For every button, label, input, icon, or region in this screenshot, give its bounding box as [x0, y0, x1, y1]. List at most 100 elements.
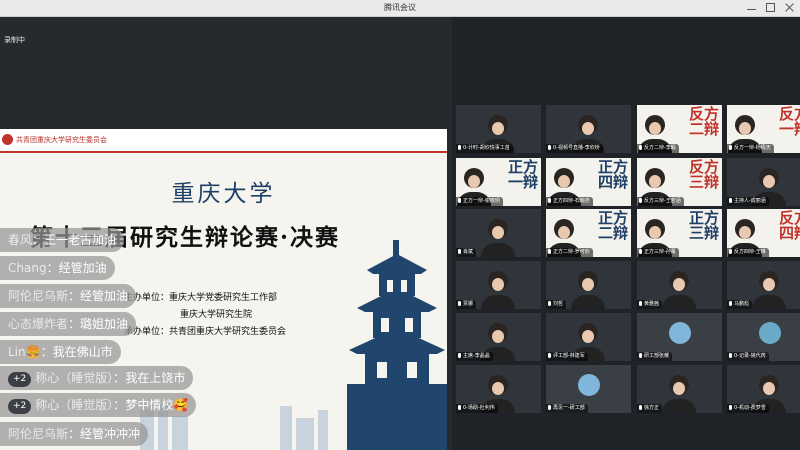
participant-video-face — [763, 278, 775, 291]
participant-tile[interactable]: 正方四辩 正方四辩-石翰尧 — [546, 158, 631, 206]
participant-tile[interactable]: 正方二辩 正方二辩-罗可欣 — [546, 209, 631, 257]
participant-video-body — [571, 295, 605, 309]
participant-name-tag: 反方三辩-王若涵 — [637, 197, 684, 206]
participant-tile[interactable]: 0-视频号直播-李欣桥 — [546, 105, 631, 153]
participant-tile[interactable]: 贾娜 — [456, 261, 541, 309]
participant-tile[interactable]: 研工部张耀 — [637, 313, 722, 361]
participant-tile[interactable]: 0-机动-费梦雪 — [727, 365, 800, 413]
microphone-icon — [458, 145, 461, 150]
slide-university: 重庆大学 — [171, 181, 276, 207]
close-icon[interactable] — [785, 3, 794, 12]
microphone-icon — [729, 198, 732, 203]
participant-video-face — [492, 226, 504, 239]
participant-video-face — [492, 330, 504, 343]
repeat-count-badge: +2 — [8, 372, 32, 387]
participant-tile[interactable]: 正方一辩 正方一辩-谢晓玥 — [456, 158, 541, 206]
debater-position-label: 正方四辩 — [597, 158, 628, 191]
participant-video-face — [763, 175, 775, 188]
title-bar: 腾讯会议 — [0, 0, 800, 17]
participant-tile[interactable]: 马鹏彪 — [727, 261, 800, 309]
microphone-icon — [639, 249, 642, 254]
participant-video-face — [763, 382, 775, 395]
microphone-icon — [548, 198, 551, 203]
participant-name: 反方三辩-王若涵 — [644, 198, 681, 204]
participant-name: 主席-李晶晶 — [463, 353, 490, 359]
participant-tile[interactable]: 反方一辩反方一辩-杨倩天 — [727, 105, 800, 153]
participant-name: 正方三辩-孙菁 — [644, 249, 676, 255]
debater-position-label: 反方三辩 — [688, 158, 719, 191]
microphone-icon — [548, 145, 551, 150]
participant-name-tag: 主席-李晶晶 — [456, 352, 493, 361]
microphone-icon — [639, 353, 642, 358]
participant-tile[interactable]: 主持人-成丽涵 — [727, 158, 800, 206]
recording-indicator: 录制中 — [4, 36, 25, 44]
participant-name: 反方四辩-王琳 — [734, 249, 766, 255]
participant-name-tag: 评工部-林建军 — [546, 352, 588, 361]
participant-tile[interactable]: 黄雅茜 — [637, 261, 722, 309]
participant-name-tag: 0-视频号直播-李欣桥 — [546, 144, 603, 153]
participant-tile[interactable]: 刘哲 — [546, 261, 631, 309]
chat-message: Chang：经管加油 — [0, 256, 115, 280]
participant-tile[interactable]: 正方三辩正方三辩-孙菁 — [637, 209, 722, 257]
chat-message: Lin🍔：我在佛山市 — [0, 340, 121, 364]
maximize-icon[interactable] — [766, 3, 775, 12]
participant-video-body — [752, 295, 786, 309]
participant-name-tag: 0-计时-胡欣悦事工苗 — [456, 144, 513, 153]
participant-video-face — [582, 330, 594, 343]
repeat-count-badge: +2 — [8, 399, 32, 414]
microphone-icon — [548, 353, 551, 358]
participant-name: 0-记录-姚代芮 — [734, 353, 766, 359]
participant-name: 刘哲 — [553, 301, 564, 307]
participant-video-face — [673, 278, 685, 291]
microphone-icon — [458, 405, 461, 410]
chat-message: 阿伦尼乌斯：经管加油 — [0, 284, 137, 308]
participant-name: 再见一-研工部 — [553, 405, 585, 411]
participant-video-face — [492, 382, 504, 395]
participant-tile[interactable]: 评工部-林建军 — [546, 313, 631, 361]
participant-name-tag: 0-场助-杜利伟 — [456, 404, 498, 413]
microphone-icon — [729, 353, 732, 358]
chat-message: 春风：王一老古加油 — [0, 228, 125, 252]
microphone-icon — [548, 301, 551, 306]
participant-tile[interactable]: 反方四辩反方四辩-王琳 — [727, 209, 800, 257]
slide-org: 共青团重庆大学研究生委员会 — [16, 136, 107, 144]
participant-tile[interactable]: 反方二辩 反方二辩-李毅 — [637, 105, 722, 153]
participant-video-face — [739, 226, 751, 239]
participant-name: 黄雅茜 — [644, 301, 660, 307]
microphone-icon — [458, 353, 461, 358]
participant-name-tag: 徐方正 — [637, 404, 663, 413]
participant-tile[interactable]: 0-记录-姚代芮 — [727, 313, 800, 361]
participant-name: 0-机动-费梦雪 — [734, 405, 766, 411]
participant-name: 主持人-成丽涵 — [734, 198, 766, 204]
avatar — [669, 322, 691, 344]
microphone-icon — [729, 301, 732, 306]
debater-position-label: 反方二辩 — [688, 105, 719, 138]
microphone-icon — [639, 145, 642, 150]
slide-header: 共青团重庆大学研究生委员会 — [0, 129, 447, 153]
microphone-icon — [639, 405, 642, 410]
participant-name: 马鹏彪 — [734, 301, 750, 307]
minimize-icon[interactable] — [747, 3, 756, 10]
debater-position-label: 正方三辩 — [688, 209, 719, 242]
participant-tile[interactable]: 主席-李晶晶 — [456, 313, 541, 361]
participant-name-tag: 0-记录-姚代芮 — [727, 352, 769, 361]
microphone-icon — [458, 198, 461, 203]
participant-tile[interactable]: 徐方正 — [637, 365, 722, 413]
pagoda-illustration-icon — [347, 240, 447, 450]
slide-sponsor-1: 主办单位：重庆大学党委研究生工作部 — [124, 293, 278, 303]
participant-tile[interactable]: 再见一-研工部 — [546, 365, 631, 413]
participant-name-tag: 黄雅茜 — [637, 300, 663, 309]
participant-tile[interactable]: 0-场助-杜利伟 — [456, 365, 541, 413]
participant-name-tag: 再见一-研工部 — [546, 404, 588, 413]
participant-video-face — [649, 226, 661, 239]
chat-message: 阿伦尼乌斯：经管冲冲冲 — [0, 422, 149, 446]
avatar — [578, 374, 600, 396]
participant-name-tag: 主持人-成丽涵 — [727, 197, 769, 206]
participant-video-face — [492, 278, 504, 291]
participant-name: 贾娜 — [463, 301, 474, 307]
participant-name-tag: 0-机动-费梦雪 — [727, 404, 769, 413]
participant-tile[interactable]: 0-计时-胡欣悦事工苗 — [456, 105, 541, 153]
participant-tile[interactable]: 反方三辩反方三辩-王若涵 — [637, 158, 722, 206]
participant-name-tag: 肖斌 — [456, 248, 477, 257]
participant-tile[interactable]: 肖斌 — [456, 209, 541, 257]
